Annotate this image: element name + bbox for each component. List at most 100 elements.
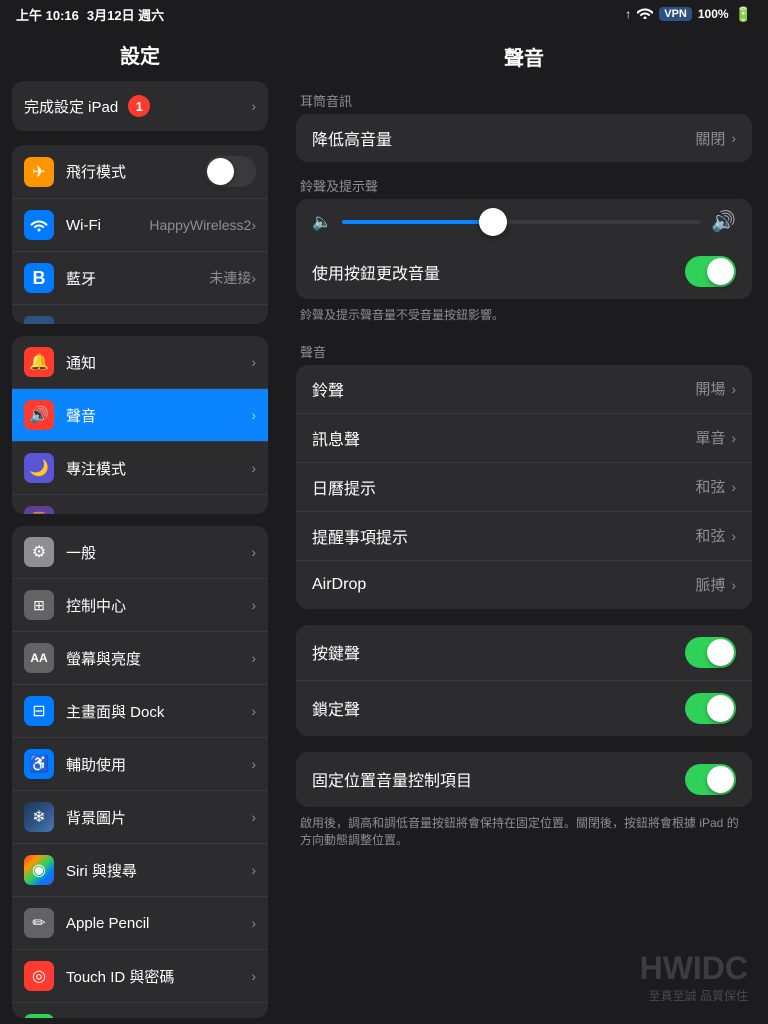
sidebar-item-homescreen[interactable]: ⊟ 主畫面與 Dock › (12, 685, 268, 738)
settings-row-lock-volume[interactable]: 固定位置音量控制項目 (296, 752, 752, 807)
airplane-label: 飛行模式 (66, 161, 205, 182)
sidebar-item-accessibility[interactable]: ♿ 輔助使用 › (12, 738, 268, 791)
touchid-chevron-icon: › (251, 968, 256, 984)
bluetooth-icon: B (24, 263, 54, 293)
status-bar: 上午 10:16 3月12日 週六 ↑ VPN 100% 🔋 (0, 0, 768, 28)
ringtone-value: 開場 (695, 378, 725, 399)
status-date: 3月12日 週六 (87, 5, 164, 24)
lock-sound-toggle[interactable] (685, 693, 736, 724)
focus-icon: 🌙 (24, 453, 54, 483)
lower-volume-chevron-icon: › (731, 130, 736, 146)
control-label: 控制中心 (66, 595, 251, 616)
setup-chevron-icon: › (251, 98, 256, 114)
sidebar-item-vpn[interactable]: VPN VPN 已連線 › (12, 305, 268, 324)
battery-icon: 🔋 (735, 6, 752, 23)
setup-banner[interactable]: 完成設定 iPad 1 › (12, 81, 268, 131)
accessibility-chevron-icon: › (251, 756, 256, 772)
sidebar-item-pencil[interactable]: ✏ Apple Pencil › (12, 897, 268, 950)
signal-icon: ↑ (625, 7, 631, 21)
settings-row-use-button-volume[interactable]: 使用按鈕更改音量 (296, 244, 752, 299)
vpn-label: VPN (66, 323, 209, 325)
sidebar-title: 設定 (0, 28, 280, 77)
sidebar-group-notifications: 🔔 通知 › 🔊 聲音 › 🌙 專注模式 › ⏳ 螢幕使用時間 › (12, 336, 268, 514)
settings-row-airdrop[interactable]: AirDrop 脈搏 › (296, 561, 752, 609)
sidebar-item-control[interactable]: ⊞ 控制中心 › (12, 579, 268, 632)
sidebar-item-bluetooth[interactable]: B 藍牙 未連接 › (12, 252, 268, 305)
watermark-subtitle: 至真至誠 品質保住 (640, 987, 748, 1004)
panel-title: 聲音 (280, 28, 768, 81)
settings-row-message[interactable]: 訊息聲 單音 › (296, 414, 752, 463)
accessibility-icon: ♿ (24, 749, 54, 779)
homescreen-icon: ⊟ (24, 696, 54, 726)
sound-icon: 🔊 (24, 400, 54, 430)
wifi-icon-sidebar (24, 210, 54, 240)
message-chevron-icon: › (731, 430, 736, 446)
settings-row-calendar[interactable]: 日曆提示 和弦 › (296, 463, 752, 512)
volume-low-icon: 🔈 (312, 212, 332, 232)
sidebar-item-general[interactable]: ⚙ 一般 › (12, 526, 268, 579)
airplane-toggle[interactable] (205, 156, 256, 187)
calendar-value: 和弦 (695, 476, 725, 497)
volume-slider-thumb[interactable] (479, 208, 507, 236)
status-left: 上午 10:16 3月12日 週六 (16, 5, 164, 24)
sidebar-item-screentime[interactable]: ⏳ 螢幕使用時間 › (12, 495, 268, 514)
vpn-value: 已連線 (209, 321, 251, 324)
bluetooth-label: 藍牙 (66, 268, 209, 289)
sidebar-item-notification[interactable]: 🔔 通知 › (12, 336, 268, 389)
volume-slider-track[interactable] (342, 220, 701, 224)
lock-volume-label: 固定位置音量控制項目 (312, 767, 685, 791)
key-sound-knob (707, 639, 734, 666)
notification-chevron-icon: › (251, 354, 256, 370)
setup-banner-label: 完成設定 iPad (24, 96, 118, 117)
sidebar-group-general: ⚙ 一般 › ⊞ 控制中心 › AA 螢幕與亮度 › ⊟ 主畫面與 Dock ›… (12, 526, 268, 1018)
pencil-chevron-icon: › (251, 915, 256, 931)
sidebar-item-wifi[interactable]: Wi-Fi HappyWireless2 › (12, 199, 268, 252)
sidebar-item-focus[interactable]: 🌙 專注模式 › (12, 442, 268, 495)
sidebar-group-network: ✈ 飛行模式 Wi-Fi HappyWireless2 › B 藍牙 未連接 › (12, 145, 268, 324)
wallpaper-label: 背景圖片 (66, 807, 251, 828)
sidebar-item-wallpaper[interactable]: ❄ 背景圖片 › (12, 791, 268, 844)
settings-row-key-sound[interactable]: 按鍵聲 (296, 625, 752, 681)
settings-row-reminder[interactable]: 提醒事項提示 和弦 › (296, 512, 752, 561)
sidebar-item-battery[interactable]: 🔋 電池 › (12, 1003, 268, 1018)
vpn-icon: VPN (24, 316, 54, 324)
wifi-chevron-icon: › (251, 217, 256, 233)
wifi-icon (637, 7, 653, 22)
sound-label: 聲音 (66, 405, 251, 426)
battery-icon-sidebar: 🔋 (24, 1014, 54, 1018)
section-label-sounds: 聲音 (280, 332, 768, 365)
volume-slider-row: 🔈 🔊 (296, 199, 752, 244)
ringtone-chevron-icon: › (731, 381, 736, 397)
general-chevron-icon: › (251, 544, 256, 560)
reminder-label: 提醒事項提示 (312, 524, 695, 548)
vpn-badge: VPN (659, 7, 692, 21)
main-layout: 設定 完成設定 iPad 1 › ✈ 飛行模式 Wi-Fi (0, 28, 768, 1024)
control-chevron-icon: › (251, 597, 256, 613)
section-label-ringtone: 鈴聲及提示聲 (280, 166, 768, 199)
siri-label: Siri 與搜尋 (66, 860, 251, 881)
bluetooth-chevron-icon: › (251, 270, 256, 286)
display-icon: AA (24, 643, 54, 673)
right-panel: 聲音 耳筒音訊 降低高音量 關閉 › 鈴聲及提示聲 🔈 🔊 使用按鈕更改音量 (280, 28, 768, 1024)
sidebar-item-display[interactable]: AA 螢幕與亮度 › (12, 632, 268, 685)
focus-label: 專注模式 (66, 458, 251, 479)
sidebar: 設定 完成設定 iPad 1 › ✈ 飛行模式 Wi-Fi (0, 28, 280, 1024)
focus-chevron-icon: › (251, 460, 256, 476)
use-button-volume-toggle[interactable] (685, 256, 736, 287)
settings-row-ringtone[interactable]: 鈴聲 開場 › (296, 365, 752, 414)
sidebar-item-touchid[interactable]: ◎ Touch ID 與密碼 › (12, 950, 268, 1003)
sidebar-item-sound[interactable]: 🔊 聲音 › (12, 389, 268, 442)
lower-volume-label: 降低高音量 (312, 126, 695, 150)
settings-row-lower-volume[interactable]: 降低高音量 關閉 › (296, 114, 752, 162)
status-right: ↑ VPN 100% 🔋 (625, 6, 752, 23)
reminder-value: 和弦 (695, 525, 725, 546)
sidebar-item-siri[interactable]: ◉ Siri 與搜尋 › (12, 844, 268, 897)
use-button-volume-label: 使用按鈕更改音量 (312, 260, 685, 284)
vpn-chevron-icon: › (251, 323, 256, 324)
lock-volume-note: 啟用後，調高和調低音量按鈕將會保持在固定位置。關閉後，按鈕將會根據 iPad 的… (280, 811, 768, 857)
settings-row-lock-sound[interactable]: 鎖定聲 (296, 681, 752, 736)
sidebar-item-airplane[interactable]: ✈ 飛行模式 (12, 145, 268, 199)
lock-volume-toggle[interactable] (685, 764, 736, 795)
section-label-earphone: 耳筒音訊 (280, 81, 768, 114)
key-sound-toggle[interactable] (685, 637, 736, 668)
